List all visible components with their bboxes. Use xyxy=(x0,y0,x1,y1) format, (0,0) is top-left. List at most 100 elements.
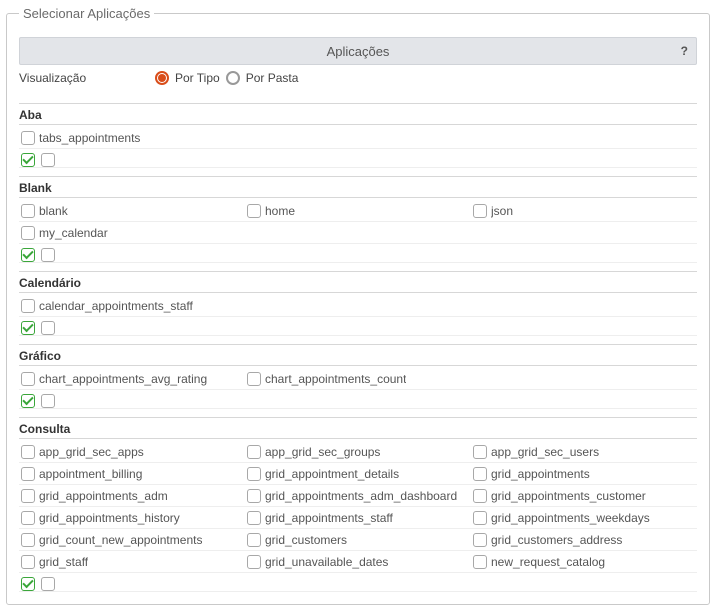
label-grid-appointments-weekdays: grid_appointments_weekdays xyxy=(491,511,650,525)
radio-by-type-label: Por Tipo xyxy=(175,71,220,85)
item-chart-appointments-avg-rating: chart_appointments_avg_rating xyxy=(19,368,245,390)
radio-by-folder-label: Por Pasta xyxy=(246,71,299,85)
checkbox-grid-appointments-staff[interactable] xyxy=(247,511,261,525)
checkbox-grid-appointments[interactable] xyxy=(473,467,487,481)
item-grid-appointments-history: grid_appointments_history xyxy=(19,507,245,529)
checkbox-json[interactable] xyxy=(473,204,487,218)
empty-cell xyxy=(471,368,697,390)
item-tabs-appointments: tabs_appointments xyxy=(19,127,697,149)
label-app-grid-sec-apps: app_grid_sec_apps xyxy=(39,445,144,459)
checkbox-app-grid-sec-apps[interactable] xyxy=(21,445,35,459)
section-blank-grid: blank home json my_calendar xyxy=(19,200,697,244)
checkbox-grid-appointments-adm[interactable] xyxy=(21,489,35,503)
item-app-grid-sec-groups: app_grid_sec_groups xyxy=(245,441,471,463)
section-title-grafico: Gráfico xyxy=(19,344,697,366)
checkbox-appointment-billing[interactable] xyxy=(21,467,35,481)
label-json: json xyxy=(491,204,513,218)
label-grid-appointment-details: grid_appointment_details xyxy=(265,467,399,481)
label-grid-staff: grid_staff xyxy=(39,555,88,569)
label-calendar-appointments-staff: calendar_appointments_staff xyxy=(39,299,193,313)
label-grid-appointments-history: grid_appointments_history xyxy=(39,511,180,525)
empty-cell xyxy=(245,222,471,244)
item-grid-appointments: grid_appointments xyxy=(471,463,697,485)
checkbox-grid-staff[interactable] xyxy=(21,555,35,569)
checkbox-chart-appointments-avg-rating[interactable] xyxy=(21,372,35,386)
label-app-grid-sec-groups: app_grid_sec_groups xyxy=(265,445,380,459)
checkbox-blank[interactable] xyxy=(21,204,35,218)
checkbox-grid-count-new-appointments[interactable] xyxy=(21,533,35,547)
checkbox-calendar-appointments-staff[interactable] xyxy=(21,299,35,313)
item-grid-count-new-appointments: grid_count_new_appointments xyxy=(19,529,245,551)
item-grid-appointments-weekdays: grid_appointments_weekdays xyxy=(471,507,697,529)
checkbox-app-grid-sec-groups[interactable] xyxy=(247,445,261,459)
section-blank-uncheck-all[interactable] xyxy=(41,248,55,262)
item-my-calendar: my_calendar xyxy=(19,222,245,244)
label-app-grid-sec-users: app_grid_sec_users xyxy=(491,445,599,459)
item-calendar-appointments-staff: calendar_appointments_staff xyxy=(19,295,697,317)
section-aba-uncheck-all[interactable] xyxy=(41,153,55,167)
section-title-calendario: Calendário xyxy=(19,271,697,293)
visualization-row: Visualização Por Tipo Por Pasta xyxy=(19,65,697,95)
label-new-request-catalog: new_request_catalog xyxy=(491,555,605,569)
checkbox-new-request-catalog[interactable] xyxy=(473,555,487,569)
section-aba-grid: tabs_appointments xyxy=(19,127,697,149)
section-title-consulta: Consulta xyxy=(19,417,697,439)
checkbox-app-grid-sec-users[interactable] xyxy=(473,445,487,459)
select-applications-fieldset: Selecionar Aplicações Aplicações ? Visua… xyxy=(6,6,710,605)
label-grid-count-new-appointments: grid_count_new_appointments xyxy=(39,533,202,547)
item-grid-appointments-customer: grid_appointments_customer xyxy=(471,485,697,507)
section-consulta-uncheck-all[interactable] xyxy=(41,577,55,591)
item-grid-appointments-staff: grid_appointments_staff xyxy=(245,507,471,529)
checkbox-my-calendar[interactable] xyxy=(21,226,35,240)
section-aba-check-all[interactable] xyxy=(21,153,35,167)
item-appointment-billing: appointment_billing xyxy=(19,463,245,485)
section-grafico-check-all[interactable] xyxy=(21,394,35,408)
checkbox-chart-appointments-count[interactable] xyxy=(247,372,261,386)
item-new-request-catalog: new_request_catalog xyxy=(471,551,697,573)
checkbox-grid-unavailable-dates[interactable] xyxy=(247,555,261,569)
item-app-grid-sec-apps: app_grid_sec_apps xyxy=(19,441,245,463)
fieldset-legend: Selecionar Aplicações xyxy=(19,6,154,21)
item-json: json xyxy=(471,200,697,222)
label-grid-customers: grid_customers xyxy=(265,533,347,547)
radio-by-folder[interactable] xyxy=(226,71,240,85)
label-appointment-billing: appointment_billing xyxy=(39,467,142,481)
panel-header: Aplicações ? xyxy=(19,37,697,65)
section-title-aba: Aba xyxy=(19,103,697,125)
checkbox-grid-appointments-weekdays[interactable] xyxy=(473,511,487,525)
item-grid-customers-address: grid_customers_address xyxy=(471,529,697,551)
item-blank: blank xyxy=(19,200,245,222)
section-grafico-uncheck-all[interactable] xyxy=(41,394,55,408)
section-consulta-footer xyxy=(19,573,697,592)
section-aba-footer xyxy=(19,149,697,168)
help-icon[interactable]: ? xyxy=(681,44,688,58)
item-app-grid-sec-users: app_grid_sec_users xyxy=(471,441,697,463)
section-blank-check-all[interactable] xyxy=(21,248,35,262)
label-my-calendar: my_calendar xyxy=(39,226,108,240)
checkbox-grid-appointments-customer[interactable] xyxy=(473,489,487,503)
section-consulta-grid: app_grid_sec_apps app_grid_sec_groups ap… xyxy=(19,441,697,573)
section-calendario-footer xyxy=(19,317,697,336)
label-chart-appointments-avg-rating: chart_appointments_avg_rating xyxy=(39,372,207,386)
label-blank: blank xyxy=(39,204,68,218)
checkbox-home[interactable] xyxy=(247,204,261,218)
checkbox-grid-appointments-adm-dashboard[interactable] xyxy=(247,489,261,503)
item-grid-customers: grid_customers xyxy=(245,529,471,551)
empty-cell xyxy=(471,222,697,244)
checkbox-grid-customers[interactable] xyxy=(247,533,261,547)
label-grid-appointments-customer: grid_appointments_customer xyxy=(491,489,646,503)
visualization-label: Visualização xyxy=(19,71,149,85)
item-grid-appointment-details: grid_appointment_details xyxy=(245,463,471,485)
item-grid-unavailable-dates: grid_unavailable_dates xyxy=(245,551,471,573)
section-calendario-grid: calendar_appointments_staff xyxy=(19,295,697,317)
item-chart-appointments-count: chart_appointments_count xyxy=(245,368,471,390)
label-grid-appointments-staff: grid_appointments_staff xyxy=(265,511,393,525)
checkbox-tabs-appointments[interactable] xyxy=(21,131,35,145)
checkbox-grid-appointment-details[interactable] xyxy=(247,467,261,481)
section-consulta-check-all[interactable] xyxy=(21,577,35,591)
checkbox-grid-appointments-history[interactable] xyxy=(21,511,35,525)
section-calendario-check-all[interactable] xyxy=(21,321,35,335)
section-calendario-uncheck-all[interactable] xyxy=(41,321,55,335)
radio-by-type[interactable] xyxy=(155,71,169,85)
checkbox-grid-customers-address[interactable] xyxy=(473,533,487,547)
